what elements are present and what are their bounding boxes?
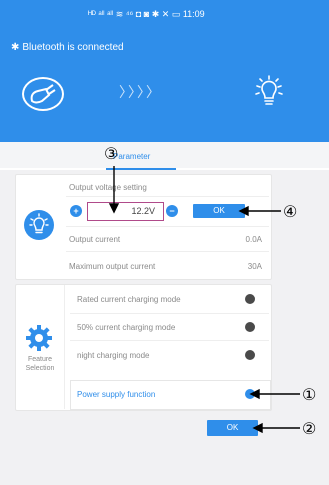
callout-2: ② (302, 419, 317, 438)
callout-1: ① (302, 385, 317, 404)
callout-4: ④ (283, 202, 298, 221)
callout-3: ③ (104, 144, 119, 163)
annotation-arrows (108, 166, 300, 434)
